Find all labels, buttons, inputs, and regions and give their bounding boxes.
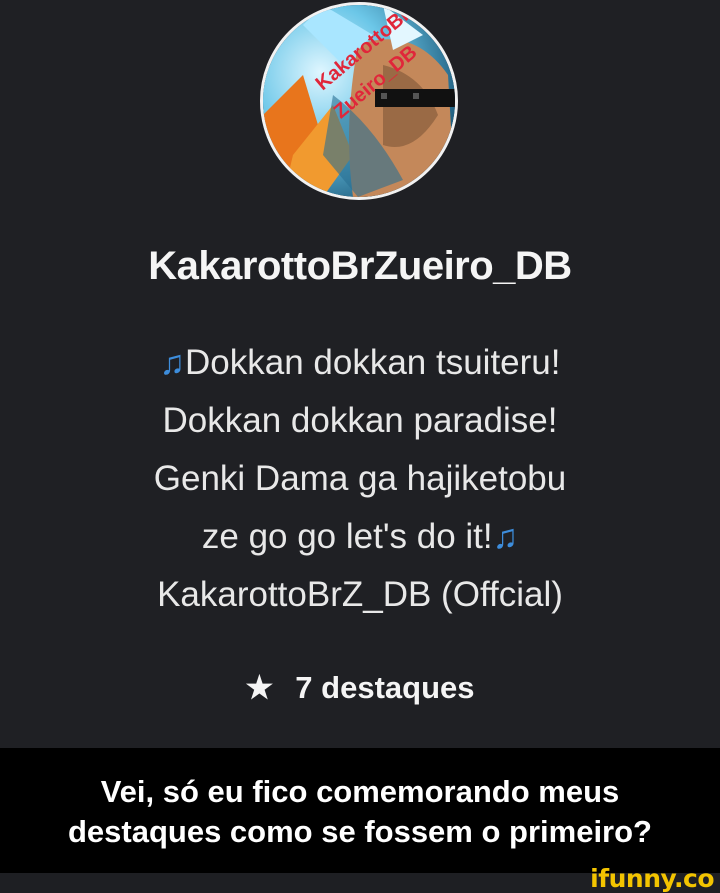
music-note-icon: ♫ — [492, 518, 519, 556]
bio-line: Genki Dama ga hajiketobu — [153, 459, 567, 498]
bio-line: Dokkan dokkan paradise! — [162, 401, 558, 440]
profile-bio: ♫Dokkan dokkan tsuiteru! Dokkan dokkan p… — [0, 334, 720, 624]
star-icon: ★ — [245, 670, 274, 705]
avatar-image: KakarottoBr Zueiro_DB — [263, 5, 455, 197]
bio-line: ze go go let's do it!♫ — [201, 517, 519, 556]
bio-line: KakarottoBrZ_DB (Offcial) — [157, 575, 563, 614]
highlights-label: 7 destaques — [295, 670, 475, 705]
caption-line: Vei, só eu fico comemorando meus — [100, 774, 620, 809]
avatar[interactable]: KakarottoBr Zueiro_DB — [260, 2, 458, 200]
ifunny-watermark: ifunny.co — [590, 864, 714, 893]
bio-line: ♫Dokkan dokkan tsuiteru! — [159, 343, 561, 382]
username: KakarottoBrZueiro_DB — [148, 244, 572, 288]
highlights-button[interactable]: ★ 7 destaques — [0, 670, 720, 706]
music-note-icon: ♫ — [159, 344, 186, 382]
caption-line: destaques como se fossem o primeiro? — [67, 814, 652, 849]
profile-header: KakarottoBr Zueiro_DB KakarottoBrZueiro_… — [0, 0, 720, 748]
meme-caption: Vei, só eu fico comemorando meus destaqu… — [0, 748, 720, 873]
